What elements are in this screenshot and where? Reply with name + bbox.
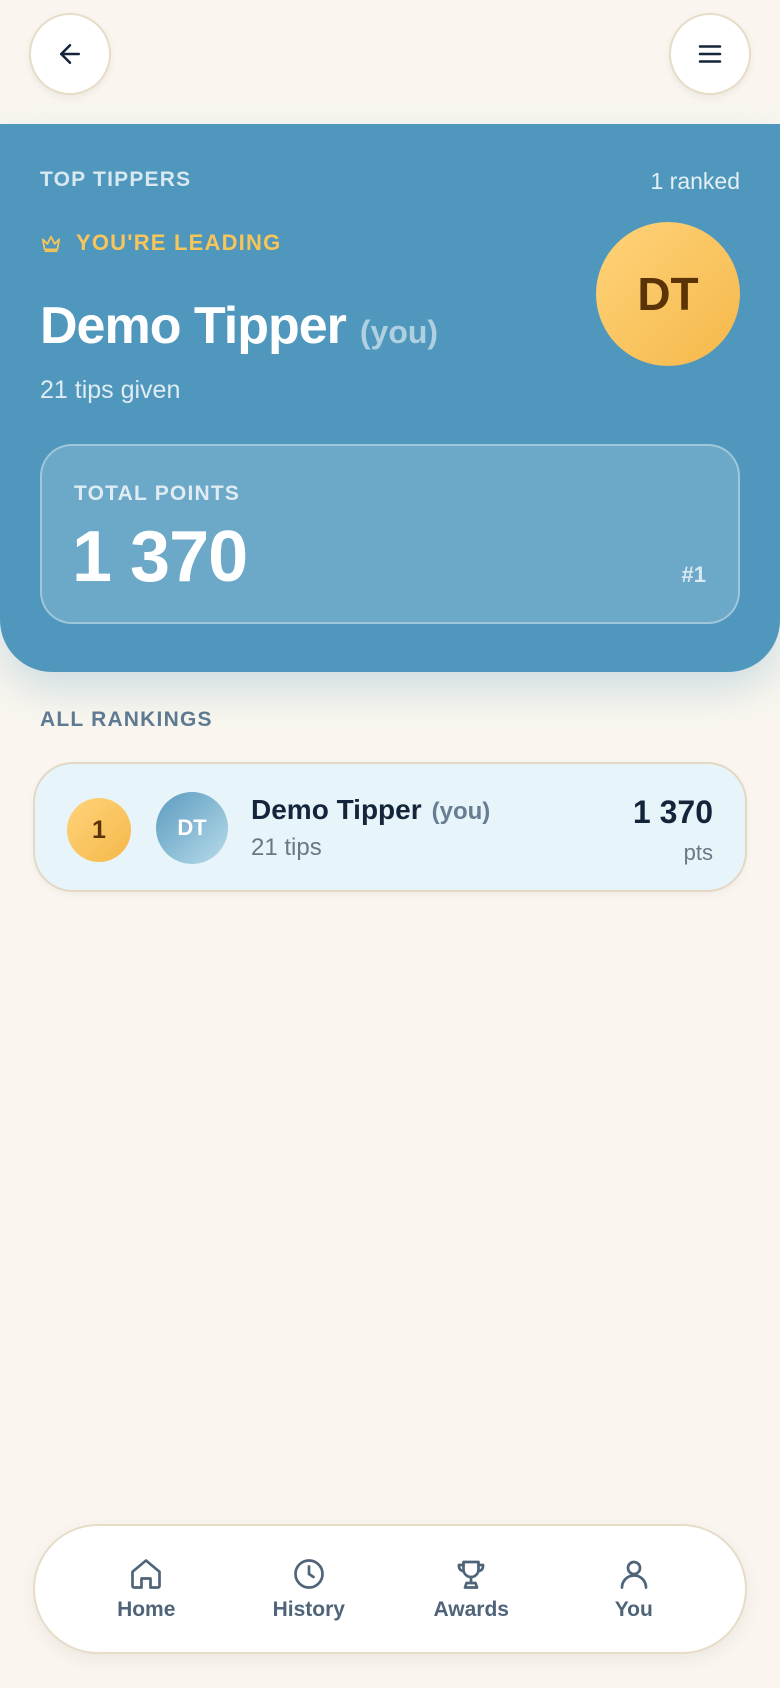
avatar-initials: DT bbox=[177, 815, 207, 840]
leading-label: YOU'RE LEADING bbox=[76, 230, 282, 255]
menu-button[interactable] bbox=[669, 13, 751, 95]
leader-name: Demo Tipper bbox=[40, 297, 347, 355]
you-tag: (you) bbox=[431, 798, 491, 825]
avatar: DT bbox=[156, 792, 228, 864]
nav-you[interactable]: You bbox=[569, 1556, 699, 1622]
ranking-tips: 21 tips bbox=[251, 834, 322, 861]
rankings-title: ALL RANKINGS bbox=[40, 708, 213, 731]
nav-history[interactable]: History bbox=[244, 1556, 374, 1622]
clock-icon bbox=[293, 1559, 324, 1589]
rank-badge: 1 bbox=[67, 798, 131, 862]
ranking-points: 1 370 bbox=[632, 794, 713, 830]
you-tag: (you) bbox=[359, 314, 439, 350]
ranking-row[interactable]: 1 DT Demo Tipper (you) 21 tips 1 370 pts bbox=[33, 762, 747, 892]
arrow-left-icon bbox=[60, 44, 80, 64]
leaderboard-screen: TOP TIPPERS 1 ranked YOU'RE LEADING Demo… bbox=[0, 0, 780, 1688]
nav-awards-label: Awards bbox=[433, 1598, 509, 1621]
leader-hero-card: TOP TIPPERS 1 ranked YOU'RE LEADING Demo… bbox=[0, 124, 780, 672]
total-points-card: TOTAL POINTS 1 370 #1 bbox=[40, 444, 740, 624]
crown-icon bbox=[41, 235, 61, 253]
hamburger-menu-icon bbox=[698, 45, 722, 63]
ranking-points-unit: pts bbox=[683, 840, 713, 865]
user-icon bbox=[620, 1560, 648, 1589]
rank-label: #1 bbox=[681, 562, 706, 587]
home-icon bbox=[131, 1559, 162, 1589]
trophy-icon bbox=[457, 1560, 485, 1589]
total-points-value: 1 370 bbox=[72, 517, 248, 597]
avatar-initials: DT bbox=[637, 268, 699, 320]
back-button[interactable] bbox=[29, 13, 111, 95]
rank-number: 1 bbox=[92, 815, 106, 844]
nav-home[interactable]: Home bbox=[81, 1556, 211, 1622]
ranking-name: Demo Tipper bbox=[251, 794, 422, 825]
bottom-navigation: Home History Awards You bbox=[33, 1524, 747, 1654]
nav-you-label: You bbox=[614, 1598, 653, 1621]
section-title: TOP TIPPERS bbox=[40, 168, 192, 191]
total-points-label: TOTAL POINTS bbox=[74, 482, 241, 505]
leading-status: YOU'RE LEADING bbox=[40, 230, 281, 256]
leader-avatar: DT bbox=[596, 222, 740, 366]
leader-name-row: Demo Tipper (you) bbox=[40, 296, 438, 356]
ranking-name-row: Demo Tipper (you) bbox=[251, 794, 490, 826]
nav-history-label: History bbox=[272, 1598, 345, 1621]
nav-awards[interactable]: Awards bbox=[406, 1556, 536, 1622]
nav-home-label: Home bbox=[117, 1598, 176, 1621]
tips-given: 21 tips given bbox=[40, 376, 181, 404]
ranked-count: 1 ranked bbox=[650, 168, 740, 194]
